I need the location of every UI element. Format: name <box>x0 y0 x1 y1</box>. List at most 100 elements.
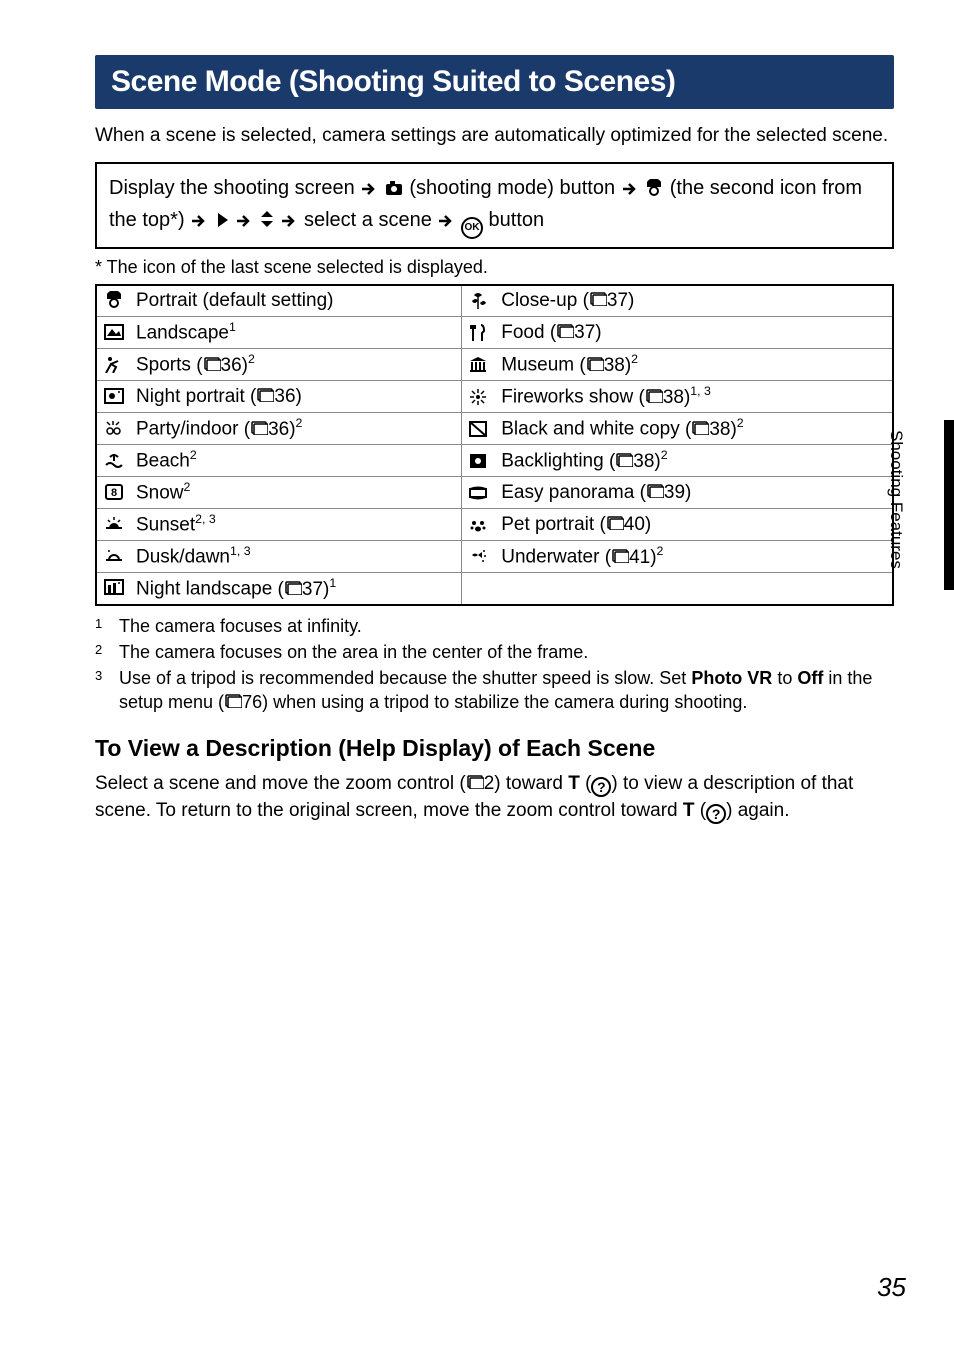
scene-icon-cell <box>96 541 130 573</box>
i-museum-icon <box>468 355 488 373</box>
scene-icon-cell <box>461 477 495 509</box>
book-icon <box>589 290 607 306</box>
book-icon <box>646 482 664 498</box>
arrow-icon <box>621 181 639 197</box>
arrow-icon <box>190 213 208 229</box>
i-panorama-icon <box>468 483 488 501</box>
scene-icon-cell <box>96 285 130 317</box>
scene-table: Portrait (default setting)Close-up (37)L… <box>95 284 894 606</box>
i-sports-icon <box>104 355 124 373</box>
scene-label-cell: Close-up (37) <box>495 285 893 317</box>
book-icon <box>466 773 484 789</box>
scene-icon-cell <box>461 349 495 381</box>
scene-label-cell: Black and white copy (38)2 <box>495 413 893 445</box>
i-food-icon <box>468 323 488 341</box>
scene-icon-cell <box>461 541 495 573</box>
table-row: Snow2 Easy panorama (39) <box>96 477 893 509</box>
i-snow-icon <box>104 483 124 501</box>
help-icon: ? <box>706 804 726 824</box>
help-heading: To View a Description (Help Display) of … <box>95 735 894 762</box>
side-thumb-marker <box>944 420 954 590</box>
i-nightland-icon <box>104 578 124 596</box>
arrow-icon <box>360 181 378 197</box>
scene-label-cell: Landscape1 <box>130 317 461 349</box>
scene-label-cell: Night landscape (37)1 <box>130 573 461 605</box>
scene-label-cell: Portrait (default setting) <box>130 285 461 317</box>
i-sunset-icon <box>104 515 124 533</box>
i-nightportrait-icon <box>104 387 124 405</box>
book-icon <box>606 514 624 530</box>
scene-label-cell: Pet portrait (40) <box>495 509 893 541</box>
arrow-icon <box>235 213 253 229</box>
i-portrait-icon <box>104 291 124 309</box>
table-row: Landscape1 Food (37) <box>96 317 893 349</box>
navigation-path: Display the shooting screen (shooting mo… <box>95 162 894 249</box>
page-number: 35 <box>877 1272 906 1303</box>
scene-label-cell: Underwater (41)2 <box>495 541 893 573</box>
updown-icon <box>259 209 275 229</box>
scene-icon-cell <box>96 317 130 349</box>
table-row: Sunset2, 3 Pet portrait (40) <box>96 509 893 541</box>
right-icon <box>214 211 230 229</box>
scene-label-cell: Night portrait (36) <box>130 381 461 413</box>
help-icon: ? <box>591 777 611 797</box>
scene-label-cell: Backlighting (38)2 <box>495 445 893 477</box>
i-underwater-icon <box>468 547 488 565</box>
ok-button-icon: OK <box>461 217 483 239</box>
scene-icon-cell <box>96 573 130 605</box>
scene-label-cell: Fireworks show (38)1, 3 <box>495 381 893 413</box>
book-icon <box>645 387 663 403</box>
footnote-2: The camera focuses on the area in the ce… <box>119 640 588 664</box>
i-dusk-icon <box>104 547 124 565</box>
i-bwcopy-icon <box>468 419 488 437</box>
nav-shooting-mode: (shooting mode) button <box>409 177 615 199</box>
table-row: Night landscape (37)1 <box>96 573 893 605</box>
scene-label-cell: Museum (38)2 <box>495 349 893 381</box>
scene-icon-cell <box>96 445 130 477</box>
table-row: Beach2 Backlighting (38)2 <box>96 445 893 477</box>
scene-icon-cell <box>96 349 130 381</box>
table-row: Night portrait (36) Fireworks show (38)1,… <box>96 381 893 413</box>
scene-label-cell: Snow2 <box>130 477 461 509</box>
side-tab: Shooting Features <box>886 430 906 569</box>
i-pet-icon <box>468 515 488 533</box>
scene-label-cell: Beach2 <box>130 445 461 477</box>
book-icon <box>586 355 604 371</box>
scene-icon-cell <box>461 285 495 317</box>
table-row: Sports (36)2 Museum (38)2 <box>96 349 893 381</box>
book-icon <box>284 579 302 595</box>
book-icon <box>615 451 633 467</box>
book-icon <box>250 419 268 435</box>
book-icon <box>203 355 221 371</box>
scene-icon-cell <box>461 573 495 605</box>
scene-label-cell: Dusk/dawn1, 3 <box>130 541 461 573</box>
i-beach-icon <box>104 451 124 469</box>
table-row: Dusk/dawn1, 3 Underwater (41)2 <box>96 541 893 573</box>
i-party-icon <box>104 419 124 437</box>
page-title: Scene Mode (Shooting Suited to Scenes) <box>95 55 894 109</box>
arrow-icon <box>280 213 298 229</box>
scene-label-cell: Sunset2, 3 <box>130 509 461 541</box>
arrow-icon <box>437 213 455 229</box>
i-fireworks-icon <box>468 387 488 405</box>
scene-icon-cell <box>96 477 130 509</box>
footnote-1: The camera focuses at infinity. <box>119 614 362 638</box>
footnotes: 1The camera focuses at infinity. 2The ca… <box>95 614 894 715</box>
scene-icon-cell <box>461 445 495 477</box>
table-row: Portrait (default setting) Close-up (37) <box>96 285 893 317</box>
scene-icon-cell <box>96 381 130 413</box>
scene-label-cell: Food (37) <box>495 317 893 349</box>
book-icon <box>256 386 274 402</box>
intro-text: When a scene is selected, camera setting… <box>95 123 894 150</box>
scene-label-cell: Party/indoor (36)2 <box>130 413 461 445</box>
footnote-3: Use of a tripod is recommended because t… <box>119 666 894 715</box>
book-icon <box>691 419 709 435</box>
book-icon <box>611 547 629 563</box>
scene-label-cell: Easy panorama (39) <box>495 477 893 509</box>
scene-label-cell: Sports (36)2 <box>130 349 461 381</box>
i-backlight-icon <box>468 451 488 469</box>
scene-icon-cell <box>96 509 130 541</box>
asterisk-note: * The icon of the last scene selected is… <box>95 257 894 278</box>
camera-icon <box>384 179 404 197</box>
nav-select-scene: select a scene <box>304 209 432 231</box>
